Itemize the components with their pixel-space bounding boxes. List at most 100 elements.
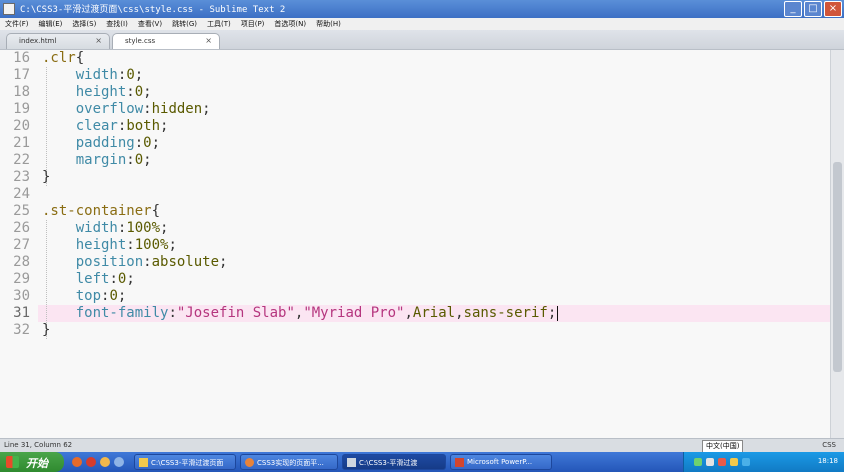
task-browser[interactable]: CSS3实现的页面平... [240, 454, 338, 470]
code-token: "Myriad Pro" [303, 305, 405, 321]
code-token: { [151, 203, 161, 219]
tray-network-icon[interactable] [694, 458, 702, 466]
code-line[interactable]: } [42, 169, 50, 186]
line-number: 31 [13, 305, 30, 321]
quicklaunch-desktop-icon[interactable] [114, 457, 124, 467]
code-line[interactable]: padding:0; [42, 135, 160, 152]
tray-security-icon[interactable] [718, 458, 726, 466]
code-token: , [404, 305, 413, 321]
status-bar: Line 31, Column 62 中文(中国) CSS [0, 438, 844, 453]
menu-file[interactable]: 文件(F) [0, 19, 34, 29]
code-line[interactable]: } [42, 322, 50, 339]
menu-tools[interactable]: 工具(T) [202, 19, 236, 29]
minimize-button[interactable]: _ [784, 1, 802, 17]
menu-find[interactable]: 查找(I) [101, 19, 133, 29]
clock[interactable]: 18:18 [818, 457, 838, 465]
task-explorer[interactable]: C:\CSS3-平滑过渡页面 [134, 454, 236, 470]
tray-volume-icon[interactable] [706, 458, 714, 466]
code-token: ; [202, 101, 211, 117]
code-token: height [75, 84, 127, 100]
code-token: 0 [126, 67, 135, 83]
code-token: width [75, 220, 118, 236]
code-token: ; [143, 152, 152, 168]
start-label: 开始 [26, 457, 48, 470]
maximize-button[interactable]: □ [804, 1, 822, 17]
line-number: 23 [13, 169, 30, 185]
code-line[interactable]: width:0; [42, 67, 143, 84]
task-label: C:\CSS3-平滑过渡页面 [151, 459, 224, 467]
code-token: } [42, 169, 51, 185]
code-line[interactable]: .st-container{ [42, 203, 160, 220]
sublime-icon [347, 458, 356, 467]
line-number: 27 [13, 237, 30, 253]
scrollbar-thumb[interactable] [833, 162, 842, 372]
code-line[interactable]: margin:0; [42, 152, 152, 169]
quicklaunch-media-icon[interactable] [100, 457, 110, 467]
code-line[interactable]: position:absolute; [42, 254, 228, 271]
menu-help[interactable]: 帮助(H) [311, 19, 346, 29]
tab-style-css[interactable]: style.css × [112, 33, 220, 49]
menu-preferences[interactable]: 首选项(N) [269, 19, 311, 29]
code-token: ; [168, 237, 177, 253]
code-token: , [455, 305, 464, 321]
code-line[interactable]: height:100%; [42, 237, 177, 254]
menu-selection[interactable]: 选择(S) [67, 19, 101, 29]
line-number: 30 [13, 288, 30, 304]
code-token: : [143, 254, 152, 270]
task-label: CSS3实现的页面平... [257, 459, 324, 467]
quicklaunch-firefox-icon[interactable] [72, 457, 82, 467]
quicklaunch-chrome-icon[interactable] [86, 457, 96, 467]
close-button[interactable]: × [824, 1, 842, 17]
tray-app-icon[interactable] [730, 458, 738, 466]
title-bar[interactable]: C:\CSS3-平滑过渡页面\css\style.css - Sublime T… [0, 0, 844, 18]
start-button[interactable]: 开始 [0, 452, 64, 472]
code-token: both [126, 118, 161, 134]
code-editor[interactable]: 16 17 18 19 20 21 22 23 24 25 26 27 28 29 30 31 32 .clr{… [0, 50, 830, 438]
tab-label: index.html [19, 37, 57, 45]
code-token: position [75, 254, 144, 270]
code-line[interactable]: font-family:"Josefin Slab","Myriad Pro",… [42, 305, 559, 322]
vertical-scrollbar[interactable] [830, 50, 844, 438]
code-token: } [42, 322, 51, 338]
code-line[interactable]: top:0; [42, 288, 127, 305]
line-number-gutter: 16 17 18 19 20 21 22 23 24 25 26 27 28 29 30 31 32 [0, 50, 38, 438]
code-line[interactable]: left:0; [42, 271, 135, 288]
code-line[interactable]: clear:both; [42, 118, 169, 135]
line-number: 22 [13, 152, 30, 168]
menu-view[interactable]: 查看(V) [133, 19, 167, 29]
task-sublime[interactable]: C:\CSS3-平滑过渡 [342, 454, 446, 470]
code-line[interactable]: .clr{ [42, 50, 84, 67]
code-line[interactable]: overflow:hidden; [42, 101, 211, 118]
code-line[interactable]: width:100%; [42, 220, 169, 237]
line-number: 17 [13, 67, 30, 83]
task-powerpoint[interactable]: Microsoft PowerP... [450, 454, 552, 470]
menu-project[interactable]: 项目(P) [236, 19, 270, 29]
code-token: { [75, 50, 85, 66]
tab-close-icon[interactable]: × [95, 36, 102, 45]
menu-goto[interactable]: 跳转(G) [167, 19, 202, 29]
code-token: ; [151, 135, 161, 151]
line-number: 20 [13, 118, 30, 134]
code-token: 0 [109, 288, 118, 304]
code-token: overflow [75, 101, 144, 117]
code-line[interactable]: height:0; [42, 84, 152, 101]
code-token: top [75, 288, 102, 304]
code-token: ; [160, 220, 169, 236]
code-token: margin [75, 152, 127, 168]
task-label: C:\CSS3-平滑过渡 [359, 459, 418, 467]
tray-update-icon[interactable] [742, 458, 750, 466]
line-number: 24 [13, 186, 30, 202]
tab-close-icon[interactable]: × [205, 36, 212, 45]
menu-edit[interactable]: 编辑(E) [34, 19, 68, 29]
code-token: padding [75, 135, 135, 151]
syntax-indicator[interactable]: CSS [822, 441, 836, 449]
code-token: height [75, 237, 127, 253]
powerpoint-icon [455, 458, 464, 467]
code-token: 0 [143, 135, 152, 151]
tab-index-html[interactable]: index.html × [6, 33, 110, 49]
